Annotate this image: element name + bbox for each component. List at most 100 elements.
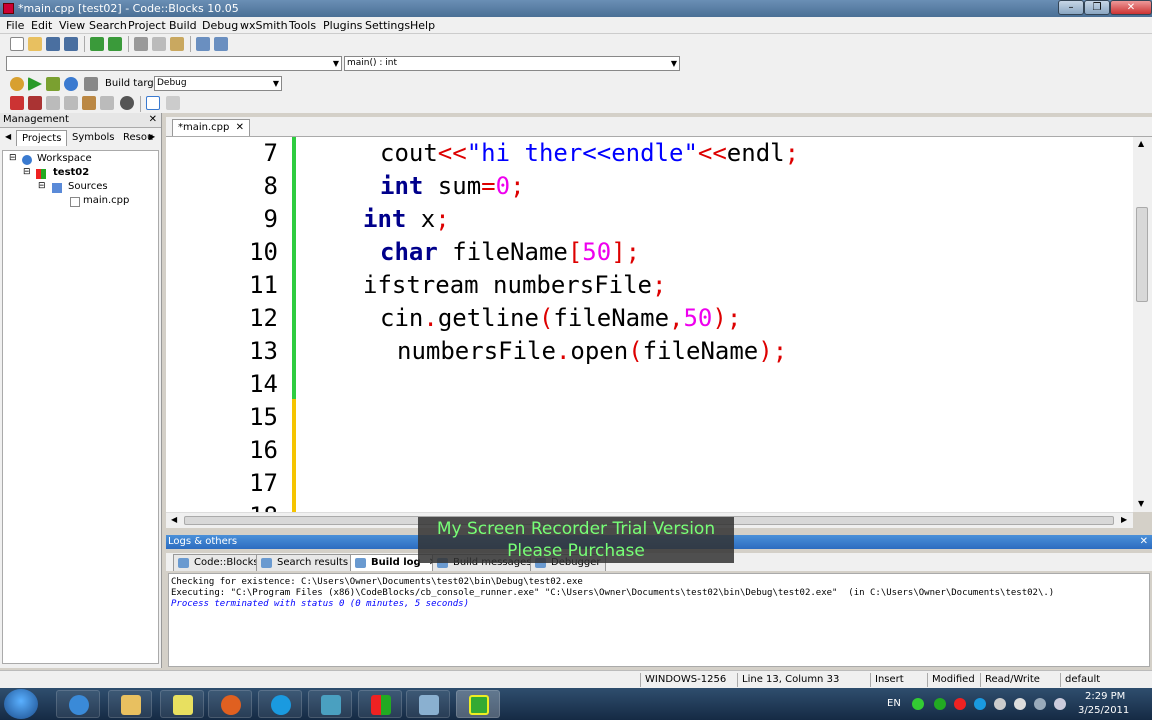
debug-run-icon[interactable] bbox=[10, 96, 24, 110]
tab-scroll-left-icon[interactable]: ◀ bbox=[5, 132, 11, 141]
build-and-run-icon[interactable] bbox=[46, 77, 60, 91]
tab-codeblocks-log[interactable]: Code::Blocks bbox=[173, 554, 264, 571]
menu-search[interactable]: Search bbox=[89, 19, 127, 32]
codeblocks-app-icon bbox=[3, 3, 14, 14]
next-instruction-icon[interactable] bbox=[100, 96, 114, 110]
menu-debug[interactable]: Debug bbox=[202, 19, 238, 32]
taskbar-network[interactable] bbox=[308, 690, 352, 718]
firefox-icon bbox=[221, 695, 241, 715]
scroll-left-icon[interactable]: ◀ bbox=[171, 515, 177, 524]
skype-icon[interactable] bbox=[974, 698, 986, 710]
tree-sources[interactable]: Sources bbox=[68, 181, 108, 192]
menu-settings[interactable]: Settings bbox=[365, 19, 410, 32]
tray-app-icon[interactable] bbox=[954, 698, 966, 710]
close-icon[interactable]: ✕ bbox=[236, 122, 244, 133]
find-icon[interactable] bbox=[196, 37, 210, 51]
taskbar-firefox[interactable] bbox=[208, 690, 252, 718]
menu-view[interactable]: View bbox=[59, 19, 85, 32]
code-line-7: cout<<"hi ther<<endle"<<endl; bbox=[380, 139, 800, 167]
code-line-9: int x; bbox=[363, 205, 450, 233]
copy-icon[interactable] bbox=[152, 37, 166, 51]
new-file-icon[interactable] bbox=[10, 37, 24, 51]
tree-main-cpp[interactable]: main.cpp bbox=[83, 195, 129, 206]
taskbar-codeblocks[interactable] bbox=[358, 690, 402, 718]
build-log-output[interactable]: Checking for existence: C:\Users\Owner\D… bbox=[168, 573, 1150, 667]
scroll-up-icon[interactable]: ▲ bbox=[1138, 139, 1144, 148]
step-out-icon[interactable] bbox=[82, 96, 96, 110]
language-indicator[interactable]: EN bbox=[887, 698, 901, 709]
menu-wxsmith[interactable]: wxSmith bbox=[240, 19, 288, 32]
tray-app-icon[interactable] bbox=[912, 698, 924, 710]
menu-file[interactable]: File bbox=[6, 19, 24, 32]
abort-icon[interactable] bbox=[84, 77, 98, 91]
tab-main-cpp[interactable]: *main.cpp ✕ bbox=[172, 119, 250, 136]
close-icon[interactable]: ✕ bbox=[149, 113, 157, 127]
save-icon[interactable] bbox=[46, 37, 60, 51]
start-button[interactable] bbox=[4, 689, 38, 719]
step-into-icon[interactable] bbox=[64, 96, 78, 110]
menu-project[interactable]: Project bbox=[128, 19, 166, 32]
status-separator bbox=[870, 673, 871, 687]
info-icon[interactable] bbox=[166, 96, 180, 110]
tray-app-icon[interactable] bbox=[994, 698, 1006, 710]
open-folder-icon[interactable] bbox=[28, 37, 42, 51]
code-area[interactable]: cout<<"hi ther<<endle"<<endl; int sum=0;… bbox=[301, 137, 1131, 512]
taskbar-explorer[interactable] bbox=[108, 690, 152, 718]
run-to-cursor-icon[interactable] bbox=[28, 96, 42, 110]
log-line: Process terminated with status 0 (0 minu… bbox=[171, 599, 470, 609]
paste-icon[interactable] bbox=[170, 37, 184, 51]
menu-tools[interactable]: Tools bbox=[289, 19, 316, 32]
tab-scroll-right-icon[interactable]: ▶ bbox=[149, 132, 155, 141]
taskbar-internet-explorer[interactable] bbox=[56, 690, 100, 718]
replace-icon[interactable] bbox=[214, 37, 228, 51]
menu-edit[interactable]: Edit bbox=[31, 19, 52, 32]
tray-app-icon[interactable] bbox=[1014, 698, 1026, 710]
maximize-button[interactable]: ❐ bbox=[1084, 0, 1110, 15]
status-access: Read/Write bbox=[985, 674, 1040, 685]
network-icon[interactable] bbox=[1034, 698, 1046, 710]
folder-icon bbox=[121, 695, 141, 715]
debug-windows-icon[interactable] bbox=[146, 96, 160, 110]
run-icon[interactable] bbox=[28, 77, 42, 91]
code-editor[interactable]: 7 8 9 10 11 12 13 14 15 16 17 18 cout<<"… bbox=[166, 137, 1152, 530]
chevron-down-icon: ▼ bbox=[272, 79, 279, 88]
clock-date[interactable]: 3/25/2011 bbox=[1078, 705, 1129, 716]
close-button[interactable]: ✕ bbox=[1110, 0, 1152, 15]
scope-combo[interactable]: ▼ bbox=[6, 56, 342, 71]
collapse-icon[interactable]: ⊟ bbox=[9, 153, 17, 163]
cut-icon[interactable] bbox=[134, 37, 148, 51]
volume-icon[interactable] bbox=[1054, 698, 1066, 710]
taskbar-skype[interactable] bbox=[258, 690, 302, 718]
tree-workspace[interactable]: Workspace bbox=[37, 153, 92, 164]
build-gear-icon[interactable] bbox=[10, 77, 24, 91]
clock-time[interactable]: 2:29 PM bbox=[1085, 691, 1125, 702]
minimize-button[interactable]: – bbox=[1058, 0, 1084, 15]
undo-icon[interactable] bbox=[90, 37, 104, 51]
tab-symbols[interactable]: Symbols bbox=[72, 132, 114, 143]
next-line-icon[interactable] bbox=[46, 96, 60, 110]
redo-icon[interactable] bbox=[108, 37, 122, 51]
close-icon[interactable]: ✕ bbox=[1140, 535, 1148, 548]
line-number: 10 bbox=[249, 238, 278, 266]
menu-build[interactable]: Build bbox=[169, 19, 197, 32]
tray-app-icon[interactable] bbox=[934, 698, 946, 710]
rebuild-icon[interactable] bbox=[64, 77, 78, 91]
stop-debugger-icon[interactable] bbox=[120, 96, 134, 110]
scroll-thumb[interactable] bbox=[1136, 207, 1148, 302]
editor-vertical-scrollbar[interactable]: ▲ ▼ bbox=[1133, 137, 1152, 512]
menu-help[interactable]: Help bbox=[410, 19, 435, 32]
taskbar-recorder[interactable] bbox=[456, 690, 500, 718]
tree-project[interactable]: test02 bbox=[53, 167, 89, 178]
save-all-icon[interactable] bbox=[64, 37, 78, 51]
function-combo[interactable]: main() : int ▼ bbox=[344, 56, 680, 71]
collapse-icon[interactable]: ⊟ bbox=[23, 167, 31, 177]
tab-projects[interactable]: Projects bbox=[16, 130, 68, 146]
taskbar-app[interactable] bbox=[406, 690, 450, 718]
scroll-right-icon[interactable]: ▶ bbox=[1121, 515, 1127, 524]
build-target-combo[interactable]: Debug ▼ bbox=[154, 76, 282, 91]
taskbar-notes[interactable] bbox=[160, 690, 204, 718]
scroll-down-icon[interactable]: ▼ bbox=[1138, 499, 1144, 508]
tab-search-results[interactable]: Search results bbox=[256, 554, 354, 571]
collapse-icon[interactable]: ⊟ bbox=[38, 181, 46, 191]
menu-plugins[interactable]: Plugins bbox=[323, 19, 362, 32]
